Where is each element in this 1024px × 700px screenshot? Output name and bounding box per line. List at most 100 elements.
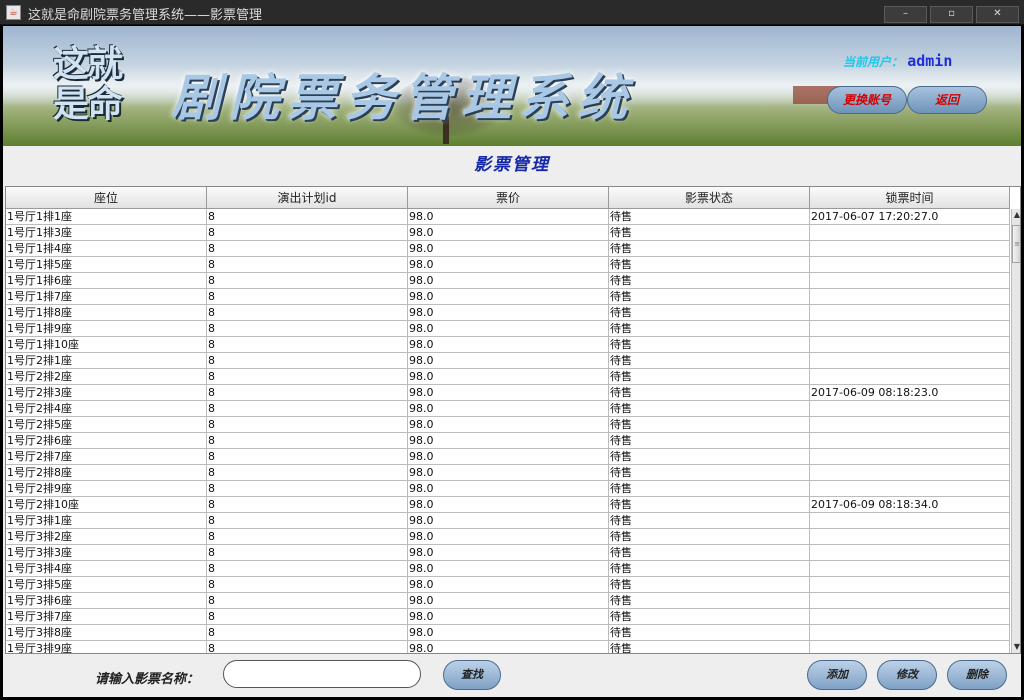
table-cell[interactable]: 待售 <box>609 401 810 417</box>
table-cell[interactable]: 待售 <box>609 545 810 561</box>
table-cell[interactable]: 98.0 <box>408 401 609 417</box>
table-cell[interactable]: 98.0 <box>408 577 609 593</box>
table-cell[interactable]: 1号厅3排6座 <box>6 593 207 609</box>
column-header-status[interactable]: 影票状态 <box>609 187 810 209</box>
table-cell[interactable]: 1号厅3排1座 <box>6 513 207 529</box>
table-cell[interactable]: 98.0 <box>408 449 609 465</box>
table-cell[interactable]: 待售 <box>609 529 810 545</box>
table-cell[interactable]: 98.0 <box>408 305 609 321</box>
table-cell[interactable] <box>810 401 1010 417</box>
table-cell[interactable]: 8 <box>207 577 408 593</box>
minimize-button[interactable]: – <box>884 6 927 23</box>
column-header-lock-time[interactable]: 锁票时间 <box>810 187 1010 209</box>
table-cell[interactable]: 2017-06-07 17:20:27.0 <box>810 209 1010 225</box>
table-row[interactable]: 1号厅2排8座 8 98.0 待售 <box>6 465 1010 481</box>
table-cell[interactable]: 98.0 <box>408 369 609 385</box>
table-cell[interactable]: 待售 <box>609 337 810 353</box>
table-cell[interactable]: 8 <box>207 241 408 257</box>
table-row[interactable]: 1号厅3排4座 8 98.0 待售 <box>6 561 1010 577</box>
table-cell[interactable]: 待售 <box>609 385 810 401</box>
table-cell[interactable]: 8 <box>207 289 408 305</box>
table-cell[interactable]: 98.0 <box>408 257 609 273</box>
table-row[interactable]: 1号厅1排5座 8 98.0 待售 <box>6 257 1010 273</box>
table-cell[interactable]: 1号厅1排9座 <box>6 321 207 337</box>
table-row[interactable]: 1号厅3排6座 8 98.0 待售 <box>6 593 1010 609</box>
table-cell[interactable] <box>810 529 1010 545</box>
search-button[interactable]: 查找 <box>443 660 501 690</box>
table-cell[interactable]: 1号厅3排2座 <box>6 529 207 545</box>
table-cell[interactable]: 98.0 <box>408 513 609 529</box>
table-cell[interactable]: 1号厅2排7座 <box>6 449 207 465</box>
table-cell[interactable]: 98.0 <box>408 289 609 305</box>
table-row[interactable]: 1号厅1排8座 8 98.0 待售 <box>6 305 1010 321</box>
table-cell[interactable] <box>810 257 1010 273</box>
table-cell[interactable]: 98.0 <box>408 545 609 561</box>
table-cell[interactable] <box>810 625 1010 641</box>
table-cell[interactable]: 8 <box>207 545 408 561</box>
table-cell[interactable]: 1号厅3排9座 <box>6 641 207 653</box>
table-cell[interactable]: 待售 <box>609 481 810 497</box>
table-row[interactable]: 1号厅3排5座 8 98.0 待售 <box>6 577 1010 593</box>
table-row[interactable]: 1号厅2排4座 8 98.0 待售 <box>6 401 1010 417</box>
table-cell[interactable]: 98.0 <box>408 209 609 225</box>
table-cell[interactable] <box>810 337 1010 353</box>
table-cell[interactable]: 2017-06-09 08:18:34.0 <box>810 497 1010 513</box>
table-cell[interactable] <box>810 241 1010 257</box>
table-row[interactable]: 1号厅3排2座 8 98.0 待售 <box>6 529 1010 545</box>
table-cell[interactable]: 待售 <box>609 449 810 465</box>
table-cell[interactable]: 待售 <box>609 369 810 385</box>
table-row[interactable]: 1号厅3排1座 8 98.0 待售 <box>6 513 1010 529</box>
table-cell[interactable]: 98.0 <box>408 593 609 609</box>
column-header-seat[interactable]: 座位 <box>6 187 207 209</box>
table-cell[interactable] <box>810 609 1010 625</box>
table-cell[interactable] <box>810 449 1010 465</box>
table-cell[interactable]: 2017-06-09 08:18:23.0 <box>810 385 1010 401</box>
table-cell[interactable]: 8 <box>207 481 408 497</box>
table-row[interactable]: 1号厅2排5座 8 98.0 待售 <box>6 417 1010 433</box>
edit-button[interactable]: 修改 <box>877 660 937 690</box>
table-cell[interactable] <box>810 321 1010 337</box>
table-row[interactable]: 1号厅1排7座 8 98.0 待售 <box>6 289 1010 305</box>
table-cell[interactable]: 待售 <box>609 289 810 305</box>
switch-account-button[interactable]: 更换账号 <box>827 86 907 114</box>
table-cell[interactable]: 98.0 <box>408 497 609 513</box>
table-cell[interactable]: 1号厅2排3座 <box>6 385 207 401</box>
table-cell[interactable]: 待售 <box>609 257 810 273</box>
table-cell[interactable]: 1号厅2排5座 <box>6 417 207 433</box>
table-cell[interactable]: 8 <box>207 353 408 369</box>
table-cell[interactable]: 98.0 <box>408 529 609 545</box>
table-cell[interactable]: 8 <box>207 449 408 465</box>
table-cell[interactable]: 1号厅2排1座 <box>6 353 207 369</box>
table-cell[interactable]: 待售 <box>609 593 810 609</box>
table-cell[interactable]: 待售 <box>609 513 810 529</box>
table-cell[interactable]: 8 <box>207 401 408 417</box>
table-cell[interactable]: 待售 <box>609 641 810 653</box>
table-cell[interactable]: 8 <box>207 593 408 609</box>
table-row[interactable]: 1号厅3排8座 8 98.0 待售 <box>6 625 1010 641</box>
table-cell[interactable]: 8 <box>207 641 408 653</box>
table-cell[interactable]: 8 <box>207 225 408 241</box>
table-cell[interactable]: 1号厅2排10座 <box>6 497 207 513</box>
scroll-up-arrow-icon[interactable]: ▲ <box>1012 209 1020 221</box>
table-cell[interactable]: 8 <box>207 465 408 481</box>
table-cell[interactable]: 8 <box>207 385 408 401</box>
table-row[interactable]: 1号厅1排4座 8 98.0 待售 <box>6 241 1010 257</box>
table-row[interactable]: 1号厅3排3座 8 98.0 待售 <box>6 545 1010 561</box>
column-header-price[interactable]: 票价 <box>408 187 609 209</box>
table-cell[interactable]: 待售 <box>609 625 810 641</box>
table-cell[interactable]: 待售 <box>609 209 810 225</box>
table-cell[interactable]: 1号厅3排8座 <box>6 625 207 641</box>
table-cell[interactable]: 98.0 <box>408 241 609 257</box>
table-row[interactable]: 1号厅2排2座 8 98.0 待售 <box>6 369 1010 385</box>
table-cell[interactable]: 1号厅2排2座 <box>6 369 207 385</box>
table-cell[interactable]: 8 <box>207 257 408 273</box>
table-cell[interactable] <box>810 593 1010 609</box>
table-cell[interactable]: 待售 <box>609 321 810 337</box>
table-row[interactable]: 1号厅2排6座 8 98.0 待售 <box>6 433 1010 449</box>
table-cell[interactable]: 8 <box>207 209 408 225</box>
table-row[interactable]: 1号厅2排3座 8 98.0 待售 2017-06-09 08:18:23.0 <box>6 385 1010 401</box>
table-cell[interactable]: 98.0 <box>408 273 609 289</box>
table-row[interactable]: 1号厅3排9座 8 98.0 待售 <box>6 641 1010 653</box>
add-button[interactable]: 添加 <box>807 660 867 690</box>
table-cell[interactable]: 98.0 <box>408 337 609 353</box>
